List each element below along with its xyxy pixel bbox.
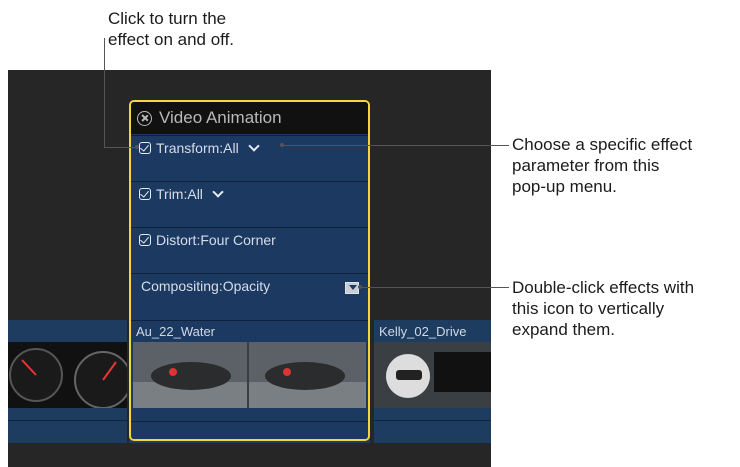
callout-expand-icon: Double-click effects with this icon to v… [512,278,695,339]
effect-label-trim: Trim:All [156,186,203,202]
callout-checkbox: Click to turn the effect on and off. [108,9,235,49]
leader-popup-horizontal [282,145,509,146]
leader-dot [135,145,139,149]
dashboard-gauges-image [9,348,127,408]
leader-expand-horizontal [360,287,509,288]
left-clip-thumbnail [8,342,127,408]
chevron-down-icon[interactable] [248,140,260,152]
effect-checkbox-distort[interactable] [139,234,151,246]
editor-title: Video Animation [159,108,282,127]
driver-helmet-image [374,342,491,408]
video-animation-editor[interactable]: Video Animation Transform:All Trim:All D… [129,100,370,441]
effect-row-distort[interactable]: Distort:Four Corner [131,227,368,274]
clip-area: Au_22_Water [131,320,368,439]
leader-dot [358,285,362,289]
effect-label-transform: Transform:All [156,140,239,156]
effect-row-transform[interactable]: Transform:All [131,135,368,182]
editor-header: Video Animation [131,102,368,134]
effect-checkbox-transform[interactable] [139,142,151,154]
clip-name-au-water: Au_22_Water [136,324,216,339]
effect-row-trim[interactable]: Trim:All [131,181,368,228]
leader-checkbox-vertical [104,38,105,147]
effect-label-compositing: Compositing:Opacity [141,278,271,294]
left-clip[interactable] [8,320,127,443]
car-in-water-image [133,342,366,408]
expand-icon[interactable] [345,282,359,294]
center-clip-thumbnail [133,342,366,408]
effect-row-compositing[interactable]: Compositing:Opacity [131,273,368,321]
right-clip-thumbnail [374,342,491,408]
effect-label-distort: Distort:Four Corner [156,232,276,248]
right-clip[interactable]: Kelly_02_Drive [374,320,491,443]
leader-dot [280,143,284,147]
chevron-down-icon[interactable] [212,186,224,198]
callout-popup-menu: Choose a specific effect parameter from … [512,135,693,196]
effect-checkbox-trim[interactable] [139,188,151,200]
leader-checkbox-horizontal [104,147,137,148]
clip-name-kelly: Kelly_02_Drive [379,324,467,339]
close-icon[interactable] [137,110,152,126]
